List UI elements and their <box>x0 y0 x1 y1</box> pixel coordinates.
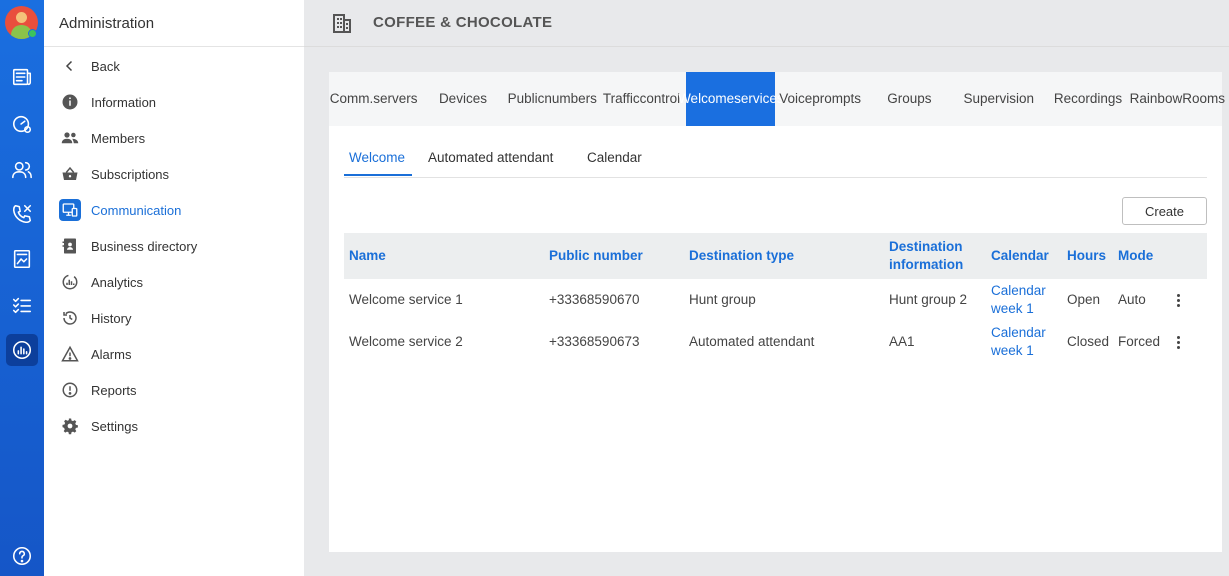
cell-mode: Auto <box>1118 292 1146 307</box>
sidebar-item-business-directory[interactable]: Business directory <box>59 234 197 258</box>
column-header-destination-type[interactable]: Destination type <box>689 247 794 265</box>
tab-welcome-services[interactable]: Welcome services <box>678 72 784 126</box>
cell-hours: Closed <box>1067 334 1110 349</box>
communication-icon <box>59 199 81 221</box>
sidebar-item-analytics[interactable]: Analytics <box>59 270 143 294</box>
more-options-icon[interactable] <box>1170 332 1186 352</box>
calendar-link[interactable]: Calendar week 1 <box>991 282 1046 318</box>
help-icon[interactable] <box>6 540 38 572</box>
active-subtab-indicator <box>344 174 412 176</box>
app-rail <box>0 0 44 576</box>
sidebar-item-subscriptions[interactable]: Subscriptions <box>59 162 169 186</box>
chevron-left-icon <box>59 55 81 77</box>
column-header-calendar[interactable]: Calendar <box>991 247 1049 265</box>
subtab-calendar[interactable]: Calendar <box>587 150 642 165</box>
sidebar-item-back[interactable]: Back <box>59 54 120 78</box>
tab-devices[interactable]: Devices <box>418 72 507 126</box>
news-icon[interactable] <box>6 61 38 93</box>
sidebar-item-members[interactable]: Members <box>59 126 145 150</box>
tasks-icon[interactable] <box>6 289 38 321</box>
tab-traffic-control[interactable]: Traffic control <box>597 72 686 126</box>
column-header-hours[interactable]: Hours <box>1067 247 1106 265</box>
admin-sidebar: Administration Back Information Members … <box>44 0 304 576</box>
cell-destination-information: AA1 <box>889 334 915 349</box>
tab-comm-servers[interactable]: Comm. servers <box>329 72 418 126</box>
alarm-icon <box>59 343 81 365</box>
sidebar-item-alarms[interactable]: Alarms <box>59 342 131 366</box>
table-row[interactable]: Welcome service 2 +33368590673 Automated… <box>344 324 1207 366</box>
sidebar-item-label: Back <box>91 58 120 74</box>
sidebar-item-label: Communication <box>91 202 182 218</box>
sidebar-item-communication[interactable]: Communication <box>59 198 181 222</box>
dashboard-icon[interactable] <box>6 108 38 140</box>
column-header-destination-information[interactable]: Destination information <box>889 238 963 274</box>
sidebar-item-label: Members <box>91 130 146 146</box>
analytics-icon <box>59 271 81 293</box>
content-card: Comm. servers Devices Public numbers Traff… <box>329 72 1225 552</box>
sidebar-item-information[interactable]: Information <box>59 90 156 114</box>
table-row[interactable]: Welcome service 1 +33368590670 Hunt grou… <box>344 282 1207 324</box>
sidebar-item-settings[interactable]: Settings <box>59 414 138 438</box>
cell-hours: Open <box>1067 292 1101 307</box>
sidebar-item-label: Reports <box>91 382 137 398</box>
cell-mode: Forced <box>1118 334 1161 349</box>
cell-destination-type: Automated attendant <box>689 334 815 349</box>
sub-tabs: Welcome Automated attendant Calendar <box>344 126 1207 178</box>
sidebar-item-label: Subscriptions <box>91 166 170 182</box>
building-icon <box>333 14 351 33</box>
tab-groups[interactable]: Groups <box>865 72 954 126</box>
main-tabs: Comm. servers Devices Public numbers Traff… <box>329 72 1225 126</box>
history-icon <box>59 307 81 329</box>
page-header: COFFEE & CHOCOLATE <box>304 0 1229 47</box>
analytics-icon[interactable] <box>6 334 38 366</box>
tab-recordings[interactable]: Recordings <box>1043 72 1132 126</box>
sidebar-item-label: Alarms <box>91 346 132 362</box>
sidebar-item-history[interactable]: History <box>59 306 131 330</box>
create-button[interactable]: Create <box>1122 197 1207 225</box>
subtab-automated-attendant[interactable]: Automated attendant <box>428 150 553 165</box>
tab-supervision[interactable]: Supervision <box>954 72 1043 126</box>
sidebar-item-label: Information <box>91 94 157 110</box>
sidebar-item-reports[interactable]: Reports <box>59 378 137 402</box>
info-icon <box>59 91 81 113</box>
sidebar-item-label: Analytics <box>91 274 144 290</box>
more-options-icon[interactable] <box>1170 290 1186 310</box>
cell-public-number: +33368590670 <box>549 292 640 307</box>
cell-name: Welcome service 2 <box>349 334 463 349</box>
contacts-icon[interactable] <box>6 154 38 186</box>
tab-voice-prompts[interactable]: Voice prompts <box>775 72 864 126</box>
column-header-public-number[interactable]: Public number <box>549 247 643 265</box>
table-header: Name Public number Destination type Dest… <box>344 233 1207 279</box>
subtab-welcome[interactable]: Welcome <box>349 150 405 165</box>
calendar-link[interactable]: Calendar week 1 <box>991 324 1046 360</box>
sidebar-item-label: Business directory <box>91 238 198 254</box>
column-header-mode[interactable]: Mode <box>1118 247 1153 265</box>
organization-name: COFFEE & CHOCOLATE <box>373 14 553 31</box>
cell-name: Welcome service 1 <box>349 292 463 307</box>
directory-icon <box>59 235 81 257</box>
sidebar-item-label: History <box>91 310 132 326</box>
tab-public-numbers[interactable]: Public numbers <box>508 72 597 126</box>
basket-icon <box>59 163 81 185</box>
document-icon[interactable] <box>6 243 38 275</box>
phone-icon[interactable] <box>6 198 38 230</box>
presence-status-icon <box>28 29 37 38</box>
settings-icon <box>59 415 81 437</box>
report-icon <box>59 379 81 401</box>
tab-rainbow-rooms[interactable]: Rainbow Rooms <box>1130 72 1225 126</box>
cell-destination-type: Hunt group <box>689 292 756 307</box>
column-header-name[interactable]: Name <box>349 247 386 265</box>
cell-destination-information: Hunt group 2 <box>889 292 968 307</box>
members-icon <box>59 127 81 149</box>
panel-title: Administration <box>44 0 304 47</box>
sidebar-item-label: Settings <box>91 418 138 434</box>
cell-public-number: +33368590673 <box>549 334 640 349</box>
